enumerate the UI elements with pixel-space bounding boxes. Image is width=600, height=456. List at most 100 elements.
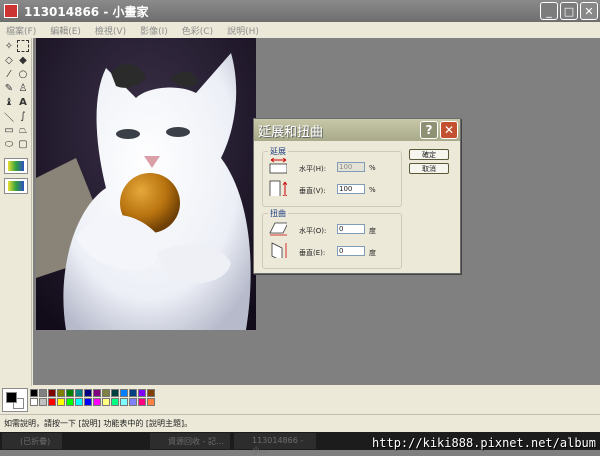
palette-swatch[interactable] [48,389,56,397]
window-title: 113014866 - 小畫家 [24,4,149,19]
palette-swatch[interactable] [93,389,101,397]
menu-file[interactable]: 檔案(F) [6,24,36,37]
stretch-vertical-label: 垂直(V): [299,187,326,195]
skew-group: 扭曲 水平(O): 0 度 垂直(E): 0 度 [262,208,402,269]
palette-swatches [30,389,155,406]
dialog-close-button[interactable]: ✕ [440,121,458,139]
brush-icon[interactable]: ♙ [17,82,29,94]
palette-swatch[interactable] [102,389,110,397]
menu-bar: 檔案(F) 編輯(E) 檢視(V) 影像(I) 色彩(C) 說明(H) [0,22,600,38]
fill-icon[interactable]: ◆ [17,54,29,66]
status-text: 如需說明，請按一下 [說明] 功能表中的 [說明主題]。 [4,419,193,428]
horizontal-stretch-icon [269,158,287,174]
skew-vertical-unit: 度 [369,249,376,257]
palette-swatch[interactable] [138,398,146,406]
rect-select-icon[interactable] [17,40,29,52]
paint-app-icon[interactable] [4,4,18,18]
palette-swatch[interactable] [120,389,128,397]
menu-help[interactable]: 說明(H) [227,24,259,37]
airbrush-icon[interactable]: ♝ [3,96,15,108]
title-bar[interactable]: 113014866 - 小畫家 _ □ ✕ [0,0,600,22]
maximize-button[interactable]: □ [560,2,578,20]
palette-swatch[interactable] [111,389,119,397]
palette-swatch[interactable] [39,389,47,397]
stretch-group-label: 延展 [268,146,288,157]
stretch-group: 延展 水平(H): 100 % 垂直(V): 100 % [262,146,402,207]
skew-horizontal-label: 水平(O): [299,227,327,235]
text-icon[interactable]: A [17,96,29,108]
dialog-help-button[interactable]: ? [420,121,438,139]
stretch-horizontal-label: 水平(H): [299,165,327,173]
palette-swatch[interactable] [147,389,155,397]
palette-swatch[interactable] [30,389,38,397]
palette-swatch[interactable] [93,398,101,406]
menu-colors[interactable]: 色彩(C) [182,24,213,37]
taskbar-item-1[interactable]: (已折疊) [2,433,62,449]
polygon-icon[interactable]: ⏢ [17,124,29,136]
palette-swatch[interactable] [48,398,56,406]
palette-swatch[interactable] [138,389,146,397]
palette-swatch[interactable] [66,398,74,406]
canvas-area[interactable]: 延展和扭曲 ? ✕ 延展 水平(H): 100 % 垂直(V): 100 % 扭… [33,38,600,385]
palette-swatch[interactable] [75,389,83,397]
drawing-canvas[interactable] [36,38,256,330]
vertical-stretch-icon [269,180,287,196]
cancel-button[interactable]: 取消 [409,163,449,174]
taskbar-item-3[interactable]: 113014866 - 小… [234,433,316,455]
current-colors[interactable] [2,388,28,412]
palette-swatch[interactable] [57,389,65,397]
palette-swatch[interactable] [111,398,119,406]
watermark-url: http://kiki888.pixnet.net/album [372,436,596,450]
palette-swatch[interactable] [84,398,92,406]
palette-swatch[interactable] [147,398,155,406]
minimize-button[interactable]: _ [540,2,558,20]
free-select-icon[interactable]: ✧ [3,40,15,52]
menu-image[interactable]: 影像(I) [140,24,168,37]
transparent-option-2[interactable] [4,178,28,194]
palette-swatch[interactable] [129,389,137,397]
pencil-icon[interactable]: ✎ [3,82,15,94]
skew-horizontal-unit: 度 [369,227,376,235]
skew-vertical-input[interactable]: 0 [337,246,365,256]
close-button[interactable]: ✕ [580,2,598,20]
menu-view[interactable]: 檢視(V) [95,24,126,37]
transparent-option-1[interactable] [4,158,28,174]
color-picker-icon[interactable]: ⁄ [3,68,15,80]
vertical-skew-icon [271,242,287,258]
taskbar-item-2[interactable]: 資源回收 - 記… [150,433,230,449]
menu-edit[interactable]: 編輯(E) [50,24,81,37]
palette-swatch[interactable] [57,398,65,406]
paint-window: 113014866 - 小畫家 _ □ ✕ 檔案(F) 編輯(E) 檢視(V) … [0,0,600,455]
rectangle-icon[interactable]: ▭ [3,124,15,136]
dialog-title-bar[interactable]: 延展和扭曲 ? ✕ [254,119,460,141]
skew-horizontal-input[interactable]: 0 [337,224,365,234]
palette-swatch[interactable] [84,389,92,397]
cat-photo [36,38,256,330]
palette-swatch[interactable] [66,389,74,397]
skew-group-label: 扭曲 [268,208,288,219]
stretch-skew-dialog: 延展和扭曲 ? ✕ 延展 水平(H): 100 % 垂直(V): 100 % 扭… [253,118,461,274]
magnifier-icon[interactable]: ○ [17,68,29,80]
curve-icon[interactable]: ∫ [17,110,29,122]
ok-button[interactable]: 確定 [409,149,449,160]
palette-swatch[interactable] [129,398,137,406]
stretch-vertical-unit: % [369,186,376,194]
stretch-vertical-input[interactable]: 100 [337,184,365,194]
palette-swatch[interactable] [39,398,47,406]
foreground-color-swatch[interactable] [6,392,17,403]
skew-vertical-label: 垂直(E): [299,249,326,257]
ellipse-icon[interactable]: ⬭ [3,138,15,150]
palette-swatch[interactable] [120,398,128,406]
palette-swatch[interactable] [102,398,110,406]
color-palette [0,386,600,414]
stretch-horizontal-input[interactable]: 100 [337,162,365,172]
horizontal-skew-icon [269,222,287,236]
line-icon[interactable]: ＼ [3,110,15,124]
palette-swatch[interactable] [30,398,38,406]
rounded-rect-icon[interactable]: ▢ [17,138,29,150]
toolbox: ✧ ◇ ◆ ⁄ ○ ✎ ♙ ♝ A ＼ ∫ ▭ ⏢ ⬭ ▢ [0,38,32,388]
eraser-icon[interactable]: ◇ [3,54,15,66]
status-bar: 如需說明，請按一下 [說明] 功能表中的 [說明主題]。 [0,414,600,430]
dialog-title: 延展和扭曲 [258,124,324,140]
palette-swatch[interactable] [75,398,83,406]
